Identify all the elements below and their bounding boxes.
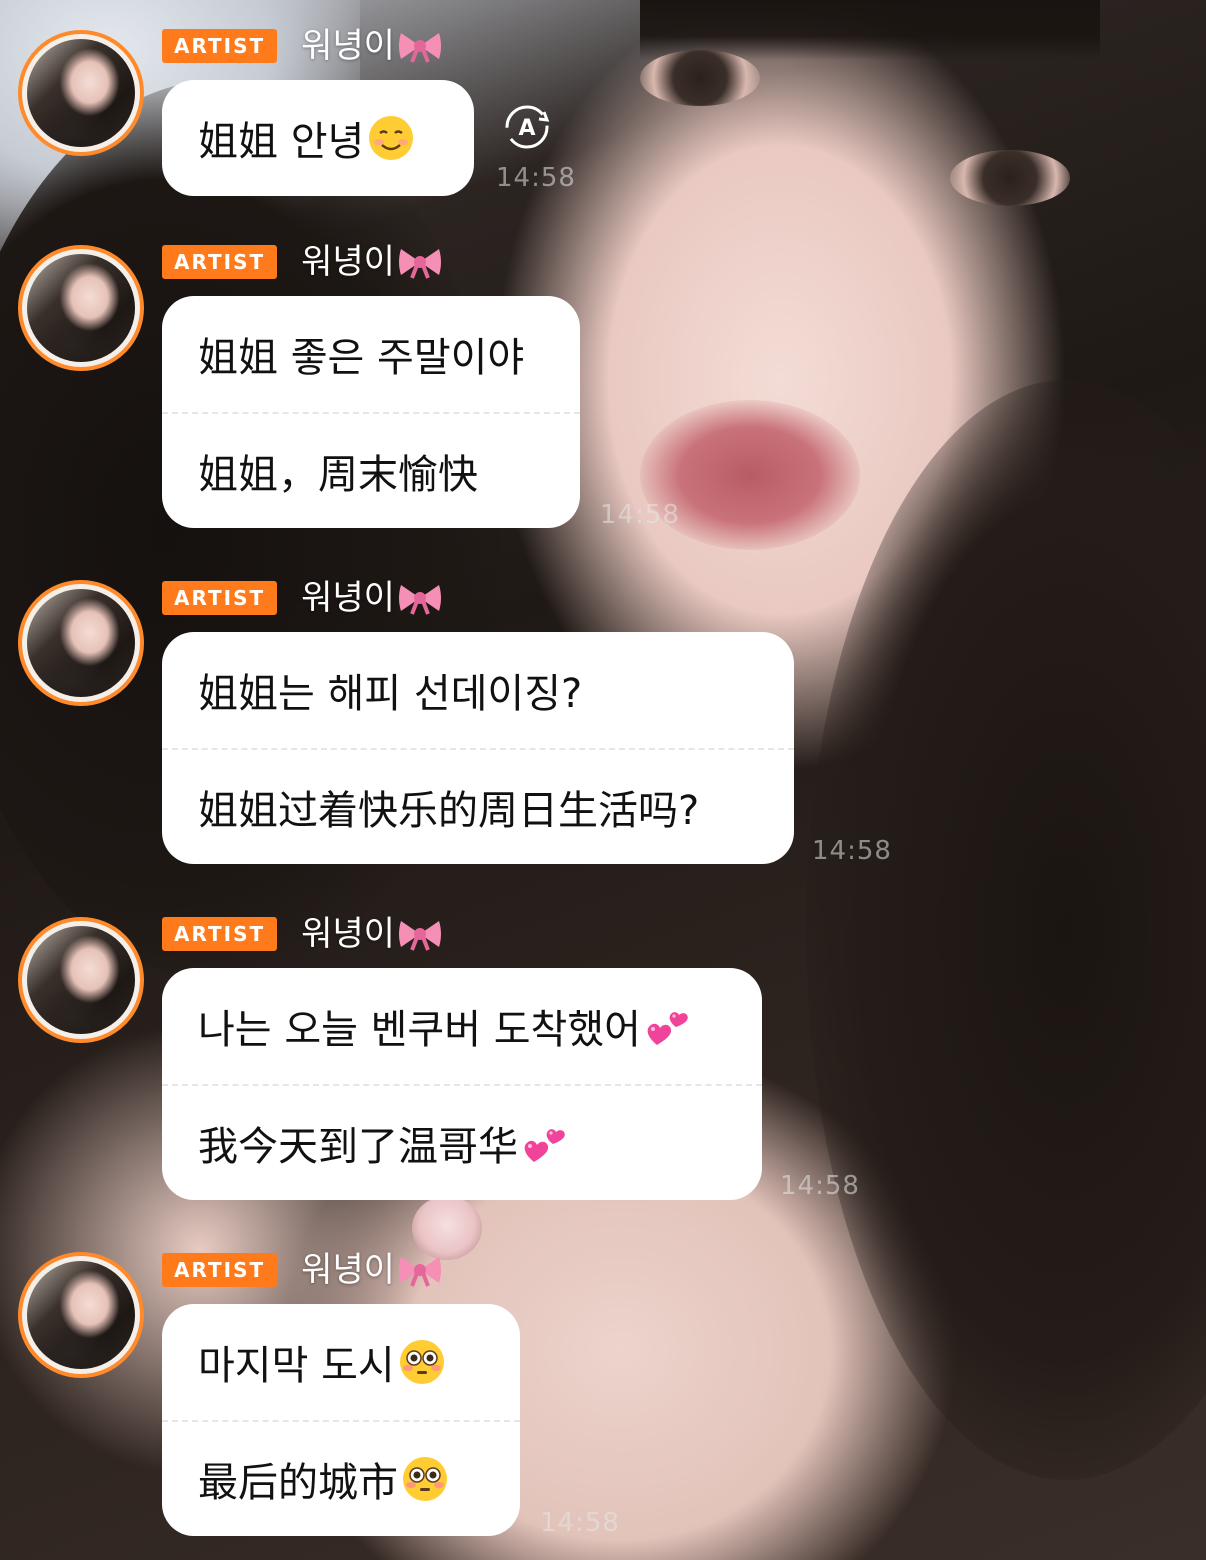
username[interactable]: 워녕이 (301, 26, 443, 66)
two-hearts-icon (647, 1012, 688, 1045)
message-bubble[interactable]: 姐姐 좋은 주말이야 姐姐，周末愉快 (162, 296, 580, 528)
ribbon-bow-icon (398, 585, 441, 615)
message-header: ARTIST 워녕이 (162, 1250, 443, 1290)
artist-badge: ARTIST (162, 1253, 278, 1287)
timestamp: 14:58 (496, 163, 576, 193)
flushed-face-icon (403, 1457, 447, 1501)
message-translation-line: 最后的城市 (162, 1420, 520, 1536)
message-bubble[interactable]: 마지막 도시 最后的城市 (162, 1304, 520, 1536)
artist-badge: ARTIST (162, 245, 278, 279)
artist-badge: ARTIST (162, 29, 278, 63)
username-text: 워녕이 (301, 578, 395, 618)
timestamp: 14:58 (600, 500, 680, 530)
message-line: 나는 오늘 벤쿠버 도착했어 (162, 968, 762, 1084)
message-header: ARTIST 워녕이 (162, 914, 443, 954)
username-text: 워녕이 (301, 1250, 395, 1290)
artist-badge: ARTIST (162, 581, 278, 615)
timestamp: 14:58 (780, 1171, 860, 1201)
flushed-face-icon (399, 1340, 444, 1384)
username[interactable]: 워녕이 (301, 242, 443, 282)
timestamp: 14:58 (812, 836, 892, 866)
artist-badge: ARTIST (162, 917, 278, 951)
svg-text:A: A (518, 116, 535, 141)
translate-icon[interactable]: A (500, 100, 554, 154)
message-line: 마지막 도시 (162, 1304, 520, 1420)
message-line: 姐姐는 해피 선데이징? (198, 671, 583, 717)
username[interactable]: 워녕이 (301, 1250, 443, 1290)
message-line: 姐姐 안녕 (162, 80, 474, 196)
ribbon-bow-icon (398, 249, 441, 279)
username[interactable]: 워녕이 (301, 578, 443, 618)
avatar[interactable] (18, 30, 144, 156)
message-header: ARTIST 워녕이 (162, 26, 443, 66)
message-translation-line: 我今天到了温哥华 (162, 1084, 762, 1200)
avatar[interactable] (18, 580, 144, 706)
ribbon-bow-icon (398, 1257, 441, 1287)
message-bubble[interactable]: 나는 오늘 벤쿠버 도착했어 我今天到了温哥华 (162, 968, 762, 1200)
avatar[interactable] (18, 245, 144, 371)
message-translation-line: 姐姐，周末愉快 (162, 412, 580, 528)
message-bubble[interactable]: 姐姐 안녕 (162, 80, 474, 196)
username-text: 워녕이 (301, 914, 395, 954)
smiling-face-icon (369, 116, 414, 160)
username-text: 워녕이 (301, 242, 395, 282)
ribbon-bow-icon (398, 921, 441, 951)
timestamp: 14:58 (540, 1508, 620, 1538)
avatar[interactable] (18, 1252, 144, 1378)
message-line: 姐姐 좋은 주말이야 (198, 335, 525, 381)
chat-feed[interactable]: ARTIST 워녕이 姐姐 안녕 A 14:58 ARTIST 워녕이 姐姐 좋… (0, 0, 1206, 1560)
two-hearts-icon (524, 1129, 565, 1162)
message-header: ARTIST 워녕이 (162, 578, 443, 618)
ribbon-bow-icon (398, 33, 441, 63)
message-translation-line: 姐姐过着快乐的周日生活吗? (162, 748, 794, 864)
message-header: ARTIST 워녕이 (162, 242, 443, 282)
username[interactable]: 워녕이 (301, 914, 443, 954)
message-bubble[interactable]: 姐姐는 해피 선데이징? 姐姐过着快乐的周日生活吗? (162, 632, 794, 864)
avatar[interactable] (18, 917, 144, 1043)
username-text: 워녕이 (301, 26, 395, 66)
